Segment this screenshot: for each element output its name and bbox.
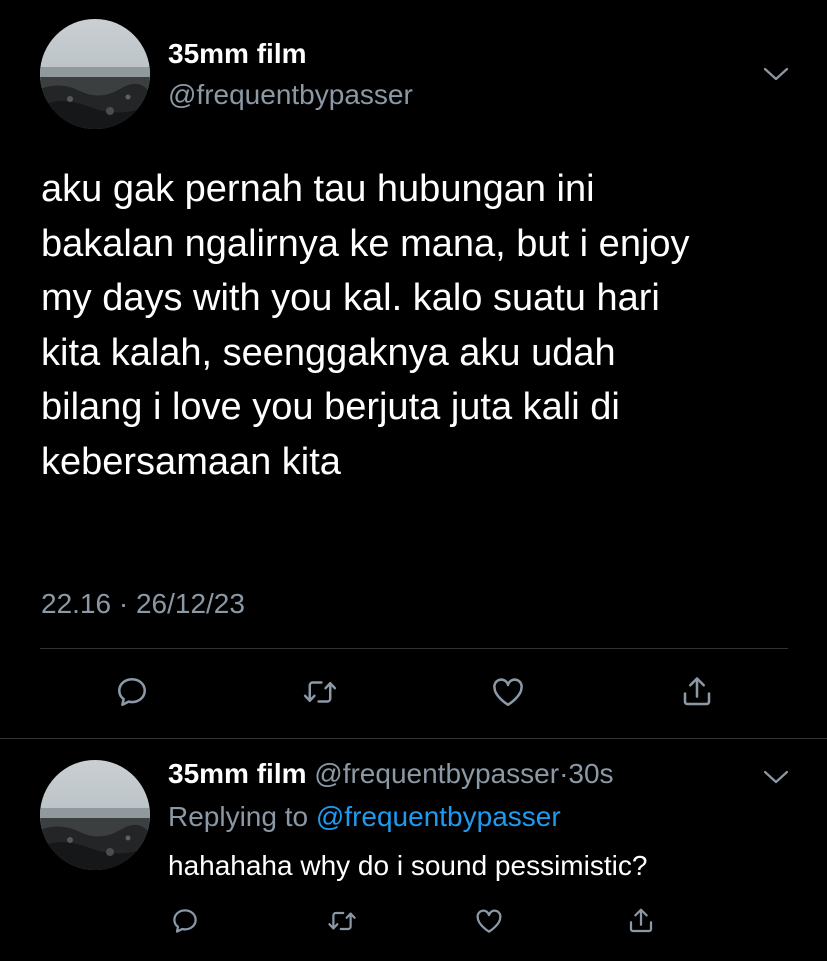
tweet-body-line: bakalan ngalirnya ke mana, but i enjoy [41, 222, 690, 265]
replying-to-mention[interactable]: @frequentbypasser [316, 801, 561, 832]
reply-icon[interactable] [112, 672, 152, 712]
reply-icon[interactable] [168, 904, 202, 938]
tweet-timestamp[interactable]: 22.16 · 26/12/23 [41, 587, 245, 621]
tweet-detail-page: 35mm film @frequentbypasser aku gak pern… [0, 0, 827, 961]
author-handle[interactable]: @frequentbypasser [168, 78, 413, 112]
heart-icon[interactable] [472, 904, 506, 938]
reply-time[interactable]: 30s [568, 758, 613, 789]
reply-body: hahahaha why do i sound pessimistic? [168, 850, 648, 881]
chevron-down-icon[interactable] [761, 762, 791, 792]
replying-to: Replying to @frequentbypasser [168, 800, 561, 834]
divider [0, 738, 827, 739]
share-icon[interactable] [624, 904, 658, 938]
tweet-body-line: kebersamaan kita [41, 440, 341, 483]
reply-header: 35mm film @frequentbypasser·30s [168, 757, 614, 791]
avatar-photo-icon [40, 760, 150, 870]
chevron-down-icon[interactable] [761, 59, 791, 89]
tweet-body-line: kita kalah, seenggaknya aku udah [41, 331, 616, 374]
tweet-body-line: aku gak pernah tau hubungan ini [41, 168, 595, 210]
retweet-icon[interactable] [325, 904, 359, 938]
tweet-body: aku gak pernah tau hubungan ini bakalan … [41, 162, 801, 489]
reply-author-handle[interactable]: @frequentbypasser [314, 758, 559, 789]
reply-author-avatar[interactable] [40, 760, 150, 870]
replying-to-label: Replying to [168, 801, 309, 832]
avatar-photo-icon [40, 19, 150, 129]
reply-author-name[interactable]: 35mm film [168, 758, 307, 789]
separator-dot: · [559, 758, 569, 789]
author-name[interactable]: 35mm film [168, 37, 307, 71]
heart-icon[interactable] [488, 672, 528, 712]
tweet-body-line: my days with you kal. kalo suatu hari [41, 277, 660, 319]
tweet-body-line: bilang i love you berjuta juta kali di [41, 386, 620, 428]
author-avatar[interactable] [40, 19, 150, 129]
share-icon[interactable] [677, 672, 717, 712]
divider [40, 648, 788, 649]
retweet-icon[interactable] [300, 672, 340, 712]
